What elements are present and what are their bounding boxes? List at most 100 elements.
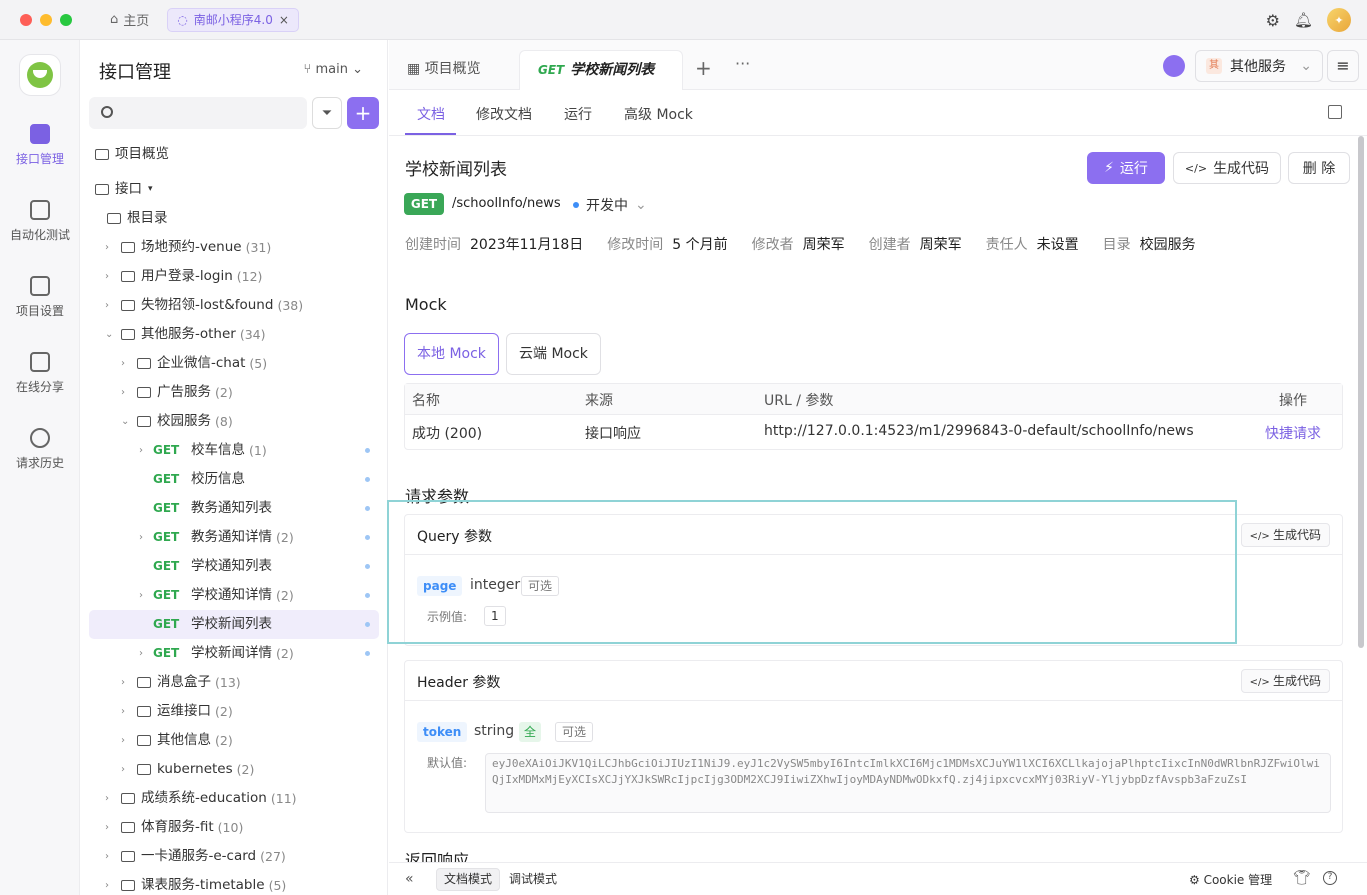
tree-api-item[interactable]: › GET 学校通知详情 (2) <box>139 581 379 610</box>
doc-meta: 创建时间 2023年11月18日 修改时间 5 个月前 修改者 周荣军 创建者 周荣军 … <box>405 234 1220 254</box>
tab-local-mock[interactable]: 本地 Mock <box>404 333 499 375</box>
project-icon: ◌ <box>177 12 188 27</box>
delete-button[interactable]: 删 除 <box>1288 152 1350 184</box>
branch-selector[interactable]: ⑂ main ⌄ <box>304 62 363 77</box>
tree-item-label: 学校新闻详情 <box>191 645 272 661</box>
status-selector[interactable]: 开发中 ⌄ <box>573 195 647 215</box>
rail-item-api-management[interactable]: 接口管理 <box>0 124 80 167</box>
close-window-button[interactable] <box>20 13 32 26</box>
menu-button[interactable]: ≡ <box>1327 50 1359 82</box>
chevron-right-icon: › <box>139 648 143 659</box>
theme-icon[interactable]: 👕︎ <box>1293 870 1311 886</box>
debug-mode-button[interactable]: 调试模式 <box>507 868 559 891</box>
tree-folder[interactable]: › 一卡通服务-e-card (27) <box>105 842 286 871</box>
tree-item-label: kubernetes <box>157 761 233 777</box>
subtab-edit-doc[interactable]: 修改文档 <box>476 104 532 124</box>
subtab-advanced-mock[interactable]: 高级 Mock <box>624 104 693 124</box>
tree-folder[interactable]: › 其他信息 (2) <box>121 726 233 755</box>
tree-folder[interactable]: › 失物招领-lost&found (38) <box>105 291 303 320</box>
tree-item-overview[interactable]: 项目概览 <box>93 140 169 169</box>
status-dot <box>365 506 370 511</box>
tree-folder[interactable]: › 运维接口 (2) <box>121 697 233 726</box>
search-input[interactable] <box>89 97 307 129</box>
default-value: eyJ0eXAiOiJKV1QiLCJhbGciOiJIUzI1NiJ9.eyJ… <box>485 753 1331 813</box>
maximize-window-button[interactable] <box>60 13 72 26</box>
tree-folder[interactable]: › 消息盒子 (13) <box>121 668 241 697</box>
rail-item-project-settings[interactable]: 项目设置 <box>0 276 80 319</box>
tree-item-count: (38) <box>277 298 304 313</box>
status-dot <box>365 477 370 482</box>
more-tabs-button[interactable]: ··· <box>735 54 750 73</box>
api-tree-panel: 接口管理 ⑂ main ⌄ ⏷ + 项目概览 接口 ▾ 根目录 › 场地预约-ven… <box>81 40 388 895</box>
tree-folder[interactable]: › kubernetes (2) <box>121 755 254 784</box>
tree-folder[interactable]: › 场地预约-venue (31) <box>105 233 271 262</box>
add-button[interactable]: + <box>347 97 379 129</box>
scrollbar[interactable] <box>1358 136 1364 648</box>
tree-folder[interactable]: ⌄ 其他服务-other (34) <box>105 320 266 349</box>
tree-folder[interactable]: › 用户登录-login (12) <box>105 262 262 291</box>
subtab-run[interactable]: 运行 <box>564 104 592 124</box>
home-tab[interactable]: ⌂ 主页 <box>110 10 149 29</box>
quick-request-link[interactable]: 快捷请求 <box>1265 423 1321 443</box>
history-icon <box>30 428 50 448</box>
tree-api-item[interactable]: › GET 校车信息 (1) <box>139 436 379 465</box>
tree-folder[interactable]: › 广告服务 (2) <box>121 378 233 407</box>
tree-item-count: (2) <box>236 762 255 777</box>
tree-item-count: (27) <box>260 849 286 864</box>
tab-school-news-list[interactable]: GET 学校新闻列表 <box>519 50 683 90</box>
tree-folder[interactable]: ⌄ 校园服务 (8) <box>121 407 233 436</box>
tab-cloud-mock[interactable]: 云端 Mock <box>506 333 601 375</box>
panel-toggle-icon[interactable] <box>1328 105 1342 119</box>
tree-folder[interactable]: › 成绩系统-education (11) <box>105 784 297 813</box>
rail-item-share[interactable]: 在线分享 <box>0 352 80 395</box>
tree-item-root-dir[interactable]: 根目录 <box>105 204 168 233</box>
tree-api-item[interactable]: › GET 教务通知详情 (2) <box>139 523 379 552</box>
rail-item-label: 请求历史 <box>15 456 64 470</box>
tree-item-count: (2) <box>276 530 294 545</box>
bell-icon[interactable]: 🔔︎ <box>1294 11 1313 29</box>
chevron-right-icon: › <box>121 358 125 369</box>
new-tab-button[interactable]: + <box>695 56 712 80</box>
tree-api-item[interactable]: GET 校历信息 <box>153 465 379 494</box>
mock-table: 名称 来源 URL / 参数 操作 成功 (200) 接口响应 http://1… <box>404 383 1343 450</box>
tree-folder[interactable]: › 课表服务-timetable (5) <box>105 871 286 895</box>
tree-item-label: 企业微信-chat <box>157 355 246 371</box>
chevron-right-icon: › <box>105 793 109 804</box>
settings-icon <box>30 276 50 296</box>
help-icon[interactable]: ? <box>1323 871 1337 885</box>
generate-code-button[interactable]: </> 生成代码 <box>1240 523 1330 547</box>
tree-item-label: 场地预约-venue <box>141 239 242 255</box>
tree-api-item[interactable]: GET 教务通知列表 <box>153 494 379 523</box>
sync-icon[interactable] <box>1163 55 1185 77</box>
filter-button[interactable]: ⏷ <box>312 97 342 129</box>
project-tab[interactable]: ◌ 南邮小程序4.0 × <box>167 7 299 32</box>
tree-item-count: (2) <box>215 704 233 719</box>
code-icon: </> <box>1249 531 1273 542</box>
tree-api-item-selected[interactable]: GET 学校新闻列表 <box>153 610 379 639</box>
collapse-sidebar-icon[interactable]: « <box>405 871 414 887</box>
subtab-doc[interactable]: 文档 <box>417 104 445 124</box>
rail-item-automation[interactable]: 自动化测试 <box>0 200 80 243</box>
doc-mode-button[interactable]: 文档模式 <box>436 868 501 891</box>
tab-project-overview[interactable]: ▦ 项目概览 <box>389 50 499 90</box>
gear-icon[interactable]: ⚙ <box>1266 11 1280 30</box>
run-button[interactable]: ⚡︎ 运行 <box>1087 152 1165 184</box>
generate-code-button[interactable]: </> 生成代码 <box>1240 669 1330 693</box>
automation-icon <box>30 200 50 220</box>
tree-folder[interactable]: › 企业微信-chat (5) <box>121 349 267 378</box>
tree-item-count: (2) <box>276 646 294 661</box>
rail-item-history[interactable]: 请求历史 <box>0 428 80 471</box>
folder-icon <box>137 677 151 688</box>
tree-folder[interactable]: › 体育服务-fit (10) <box>105 813 243 842</box>
cookie-manager-button[interactable]: ⚙︎ Cookie 管理 <box>1189 871 1272 888</box>
tree-item-api-root[interactable]: 接口 ▾ <box>93 175 153 204</box>
service-selector[interactable]: 其 其他服务 ⌄ <box>1195 50 1323 82</box>
generate-code-button[interactable]: </> 生成代码 <box>1173 152 1281 184</box>
tree-api-item[interactable]: › GET 学校新闻详情 (2) <box>139 639 379 668</box>
meta-value: 周荣军 <box>919 237 962 253</box>
close-icon[interactable]: × <box>279 13 289 27</box>
avatar[interactable]: ✦ <box>1327 8 1351 32</box>
tree-api-item[interactable]: GET 学校通知列表 <box>153 552 379 581</box>
tree-item-label: 校历信息 <box>191 471 245 487</box>
minimize-window-button[interactable] <box>40 13 52 26</box>
